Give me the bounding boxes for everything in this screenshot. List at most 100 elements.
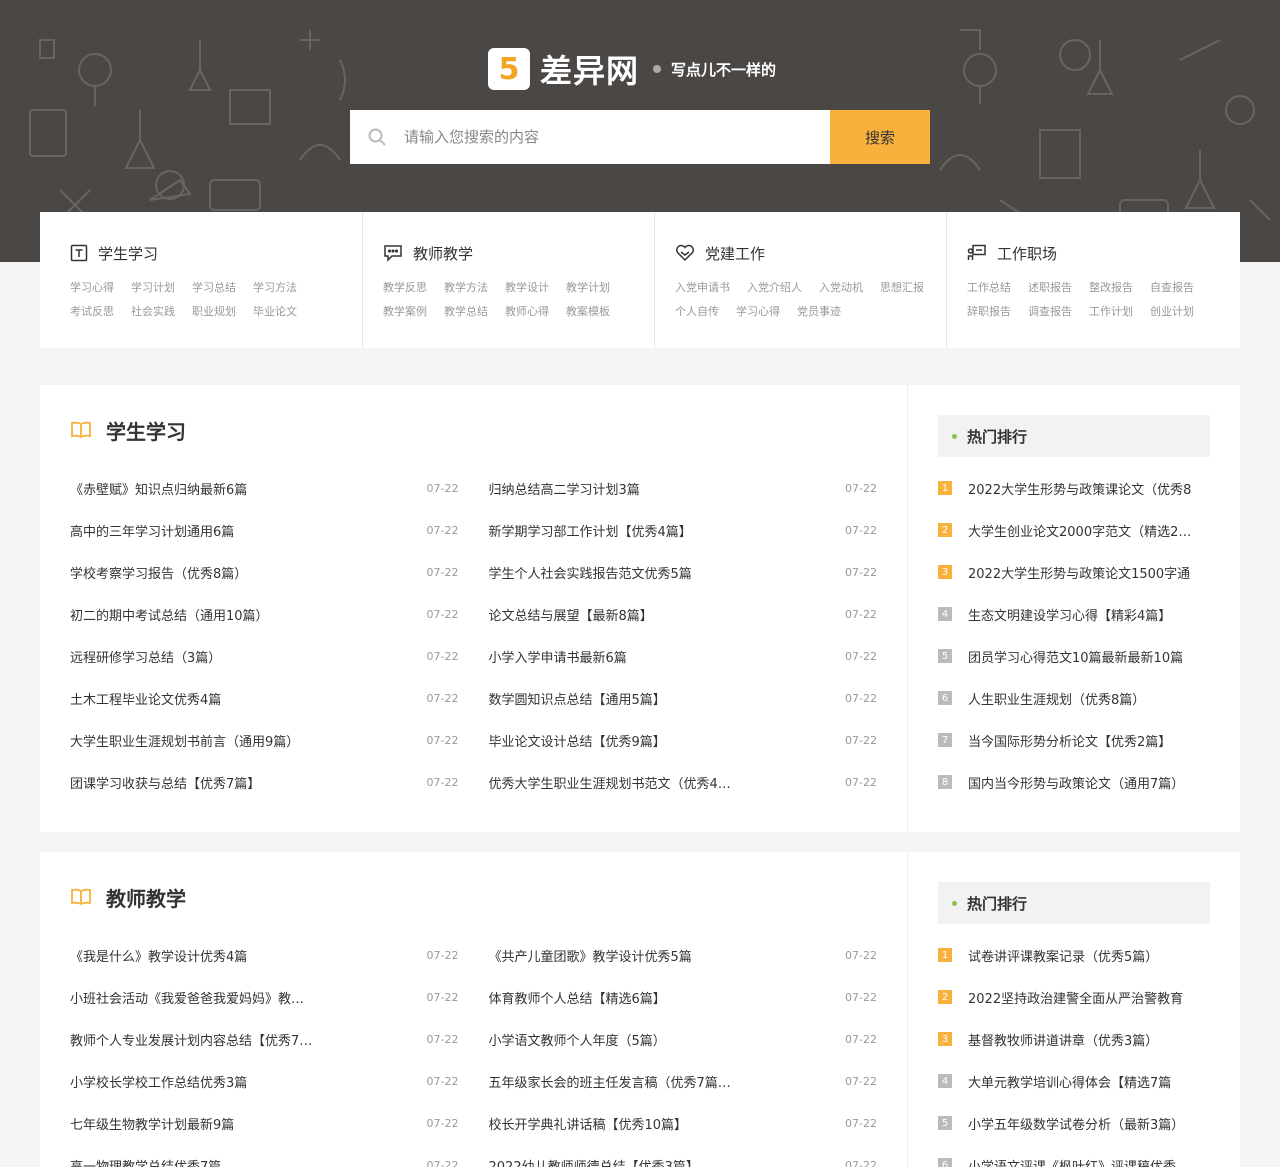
article-link[interactable]: 论文总结与展望【最新8篇】 <box>489 605 653 624</box>
category-header[interactable]: 学生学习 <box>70 242 362 264</box>
category-link[interactable]: 入党动机 <box>819 276 863 300</box>
book-icon <box>70 888 106 906</box>
article-link[interactable]: 高一物理教学总结优秀7篇 <box>70 1156 221 1167</box>
article-link[interactable]: 归纳总结高二学习计划3篇 <box>489 479 640 498</box>
article-link[interactable]: 初二的期中考试总结（通用10篇） <box>70 605 269 624</box>
article-date: 07-22 <box>426 1158 459 1167</box>
site-logo[interactable]: 5 差异网 写点儿不一样的 <box>488 48 776 90</box>
category-link[interactable]: 社会实践 <box>131 300 175 324</box>
article-link[interactable]: 小学校长学校工作总结优秀3篇 <box>70 1072 247 1091</box>
article-link[interactable]: 小班社会活动《我爱爸爸我爱妈妈》教… <box>70 988 304 1007</box>
category-link[interactable]: 工作总结 <box>967 276 1011 300</box>
article-link[interactable]: 学校考察学习报告（优秀8篇） <box>70 563 247 582</box>
article-link[interactable]: 团课学习收获与总结【优秀7篇】 <box>70 773 260 792</box>
category-link[interactable]: 教学设计 <box>505 276 549 300</box>
search-bar: 搜索 <box>350 110 930 164</box>
article-link[interactable]: 《共产儿童团歌》教学设计优秀5篇 <box>489 946 692 965</box>
category-link[interactable]: 教学计划 <box>566 276 610 300</box>
article-link[interactable]: 2022幼儿教师师德总结【优秀3篇】 <box>489 1156 699 1167</box>
category-link[interactable]: 考试反思 <box>70 300 114 324</box>
article-link[interactable]: 优秀大学生职业生涯规划书范文（优秀4… <box>489 773 731 792</box>
category-link[interactable]: 学习心得 <box>70 276 114 300</box>
article-link[interactable]: 《赤壁赋》知识点归纳最新6篇 <box>70 479 247 498</box>
article-date: 07-22 <box>426 733 459 747</box>
category-header[interactable]: 党建工作 <box>675 242 946 264</box>
search-input[interactable] <box>404 128 804 146</box>
article-date: 07-22 <box>845 481 877 495</box>
ranking-link[interactable]: 当今国际形势分析论文【优秀2篇】 <box>968 731 1208 750</box>
category-link[interactable]: 教师心得 <box>505 300 549 324</box>
section-title[interactable]: 学生学习 <box>106 416 186 445</box>
ranking-link[interactable]: 生态文明建设学习心得【精彩4篇】 <box>968 605 1208 624</box>
category-link[interactable]: 辞职报告 <box>967 300 1011 324</box>
article-date: 07-22 <box>426 565 459 579</box>
section-title[interactable]: 教师教学 <box>106 883 186 912</box>
article-link[interactable]: 数学圆知识点总结【通用5篇】 <box>489 689 666 708</box>
category-link[interactable]: 学习心得 <box>736 300 780 324</box>
ranking-link[interactable]: 小学语文评课《枫叶红》评课稿优秀 <box>968 1156 1208 1167</box>
article-link[interactable]: 远程研修学习总结（3篇） <box>70 647 221 666</box>
article-link[interactable]: 小学入学申请书最新6篇 <box>489 647 627 666</box>
category-link[interactable]: 入党申请书 <box>675 276 730 300</box>
ranking-header: 热门排行 <box>938 882 1210 924</box>
category-link[interactable]: 教学案例 <box>383 300 427 324</box>
category-link[interactable]: 教案模板 <box>566 300 610 324</box>
category-link[interactable]: 思想汇报 <box>880 276 924 300</box>
category-link[interactable]: 党员事迹 <box>797 300 841 324</box>
ranking-link[interactable]: 团员学习心得范文10篇最新最新10篇 <box>968 647 1208 666</box>
ranking-link[interactable]: 大学生创业论文2000字范文（精选2… <box>968 521 1208 540</box>
ranking-link[interactable]: 试卷讲评课教案记录（优秀5篇） <box>968 946 1208 965</box>
category-link[interactable]: 入党介绍人 <box>747 276 802 300</box>
category-link[interactable]: 学习计划 <box>131 276 175 300</box>
article-date: 07-22 <box>845 607 877 621</box>
ranking-title: 热门排行 <box>967 427 1028 446</box>
search-button[interactable]: 搜索 <box>830 110 930 164</box>
category-link[interactable]: 学习总结 <box>192 276 236 300</box>
article-link[interactable]: 教师个人专业发展计划内容总结【优秀7… <box>70 1030 312 1049</box>
article-date: 07-22 <box>426 948 459 962</box>
ranking-link[interactable]: 国内当今形势与政策论文（通用7篇） <box>968 773 1208 792</box>
article-date: 07-22 <box>426 607 459 621</box>
ranking-link[interactable]: 基督教牧师讲道讲章（优秀3篇） <box>968 1030 1208 1049</box>
category-header[interactable]: 教师教学 <box>383 242 654 264</box>
category-link[interactable]: 教学反思 <box>383 276 427 300</box>
category-link[interactable]: 个人自传 <box>675 300 719 324</box>
article-link[interactable]: 土木工程毕业论文优秀4篇 <box>70 689 221 708</box>
category-header[interactable]: 工作职场 <box>967 242 1238 264</box>
category-link[interactable]: 教学方法 <box>444 276 488 300</box>
article-row: 土木工程毕业论文优秀4篇 07-22 <box>70 677 489 719</box>
article-link[interactable]: 小学语文教师个人年度（5篇） <box>489 1030 666 1049</box>
category-link[interactable]: 教学总结 <box>444 300 488 324</box>
category-link[interactable]: 述职报告 <box>1028 276 1072 300</box>
ranking-link[interactable]: 2022大学生形势与政策论文1500字通 <box>968 563 1208 582</box>
article-link[interactable]: 校长开学典礼讲话稿【优秀10篇】 <box>489 1114 688 1133</box>
article-link[interactable]: 大学生职业生涯规划书前言（通用9篇） <box>70 731 299 750</box>
article-link[interactable]: 学生个人社会实践报告范文优秀5篇 <box>489 563 692 582</box>
category-link[interactable]: 自查报告 <box>1150 276 1194 300</box>
ranking-link[interactable]: 2022坚持政治建警全面从严治警教育 <box>968 988 1208 1007</box>
ranking-link[interactable]: 2022大学生形势与政策课论文（优秀8 <box>968 479 1208 498</box>
article-link[interactable]: 五年级家长会的班主任发言稿（优秀7篇… <box>489 1072 731 1091</box>
article-link[interactable]: 高中的三年学习计划通用6篇 <box>70 521 234 540</box>
category-link[interactable]: 职业规划 <box>192 300 236 324</box>
rank-number: 2 <box>938 523 952 537</box>
category-link[interactable]: 创业计划 <box>1150 300 1194 324</box>
article-link[interactable]: 毕业论文设计总结【优秀9篇】 <box>489 731 666 750</box>
ranking-link[interactable]: 大单元教学培训心得体会【精选7篇 <box>968 1072 1208 1091</box>
ranking-item: 7 当今国际形势分析论文【优秀2篇】 <box>938 719 1210 761</box>
article-date: 07-22 <box>845 1158 877 1167</box>
chat-bubble-icon <box>383 244 413 262</box>
category-link[interactable]: 调查报告 <box>1028 300 1072 324</box>
category-link[interactable]: 毕业论文 <box>253 300 297 324</box>
article-date: 07-22 <box>845 1116 877 1130</box>
category-link[interactable]: 学习方法 <box>253 276 297 300</box>
bullet-icon <box>952 433 957 439</box>
article-link[interactable]: 《我是什么》教学设计优秀4篇 <box>70 946 247 965</box>
article-link[interactable]: 新学期学习部工作计划【优秀4篇】 <box>489 521 692 540</box>
ranking-link[interactable]: 人生职业生涯规划（优秀8篇） <box>968 689 1208 708</box>
article-link[interactable]: 七年级生物教学计划最新9篇 <box>70 1114 234 1133</box>
category-link[interactable]: 工作计划 <box>1089 300 1133 324</box>
article-link[interactable]: 体育教师个人总结【精选6篇】 <box>489 988 666 1007</box>
ranking-link[interactable]: 小学五年级数学试卷分析（最新3篇） <box>968 1114 1208 1133</box>
category-link[interactable]: 整改报告 <box>1089 276 1133 300</box>
